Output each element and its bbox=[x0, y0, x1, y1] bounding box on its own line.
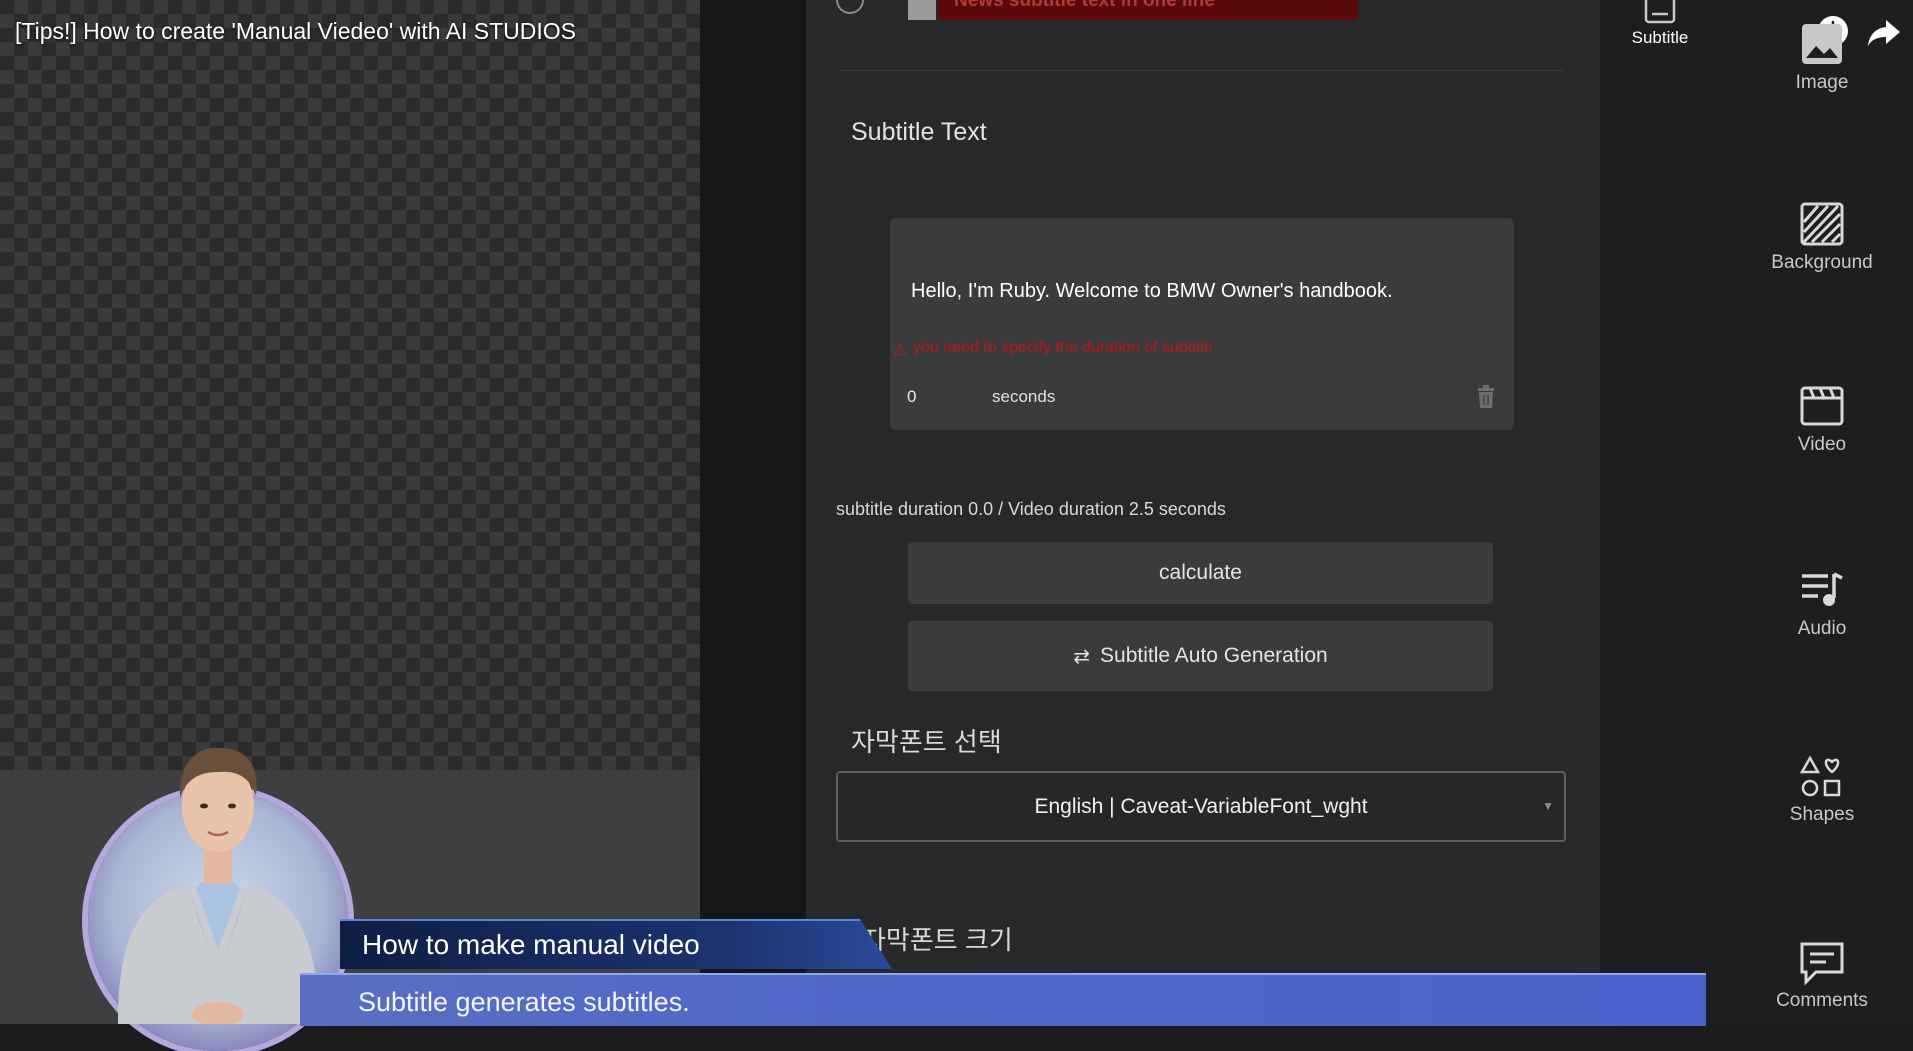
font-select-value: English | Caveat-VariableFont_wght bbox=[1034, 794, 1368, 818]
sidebar-label-background: Background bbox=[1771, 252, 1873, 273]
lower-third-caption: Subtitle generates subtitles. bbox=[358, 987, 690, 1017]
clapperboard-icon bbox=[1800, 386, 1844, 426]
subtitle-style-thumb bbox=[908, 0, 936, 20]
sidebar-label-shapes: Shapes bbox=[1789, 804, 1855, 825]
lower-third-title-banner: How to make manual video bbox=[340, 919, 892, 969]
chevron-down-icon: ▼ bbox=[1542, 799, 1554, 813]
subtitle-item-card[interactable] bbox=[890, 218, 1514, 430]
news-subtitle-style-label: News subtitle text in one line bbox=[954, 0, 1215, 11]
preview-canvas bbox=[0, 0, 700, 770]
comment-icon bbox=[1800, 942, 1844, 986]
sidebar-item-background[interactable]: Background bbox=[1762, 202, 1882, 274]
seconds-input[interactable]: 0 bbox=[907, 387, 916, 407]
subtitle-auto-generation-label: Subtitle Auto Generation bbox=[1100, 644, 1328, 667]
calculate-button[interactable]: calculate bbox=[908, 542, 1493, 604]
lower-third-caption-banner: Subtitle generates subtitles. bbox=[300, 973, 1706, 1026]
shapes-icon bbox=[1799, 755, 1841, 797]
trash-icon[interactable] bbox=[1476, 385, 1496, 409]
subtitle-item-text[interactable]: Hello, I'm Ruby. Welcome to BMW Owner's … bbox=[911, 280, 1393, 303]
video-title[interactable]: [Tips!] How to create 'Manual Viedeo' wi… bbox=[15, 18, 576, 45]
font-select-label: 자막폰트 선택 bbox=[851, 727, 1002, 757]
section-title: Subtitle Text bbox=[851, 118, 987, 146]
duration-warning: you need to specify the duration of subt… bbox=[913, 339, 1213, 356]
sidebar-label-subtitle: Subtitle bbox=[1631, 28, 1689, 47]
sidebar-item-video[interactable]: Video bbox=[1762, 384, 1882, 456]
sidebar-label-video: Video bbox=[1797, 434, 1847, 455]
news-subtitle-style[interactable]: News subtitle text in one line bbox=[938, 0, 1358, 20]
sidebar-item-comments[interactable]: Comments bbox=[1762, 940, 1882, 1012]
sidebar-label-image: Image bbox=[1795, 72, 1849, 93]
sidebar-item-subtitle[interactable]: Subtitle bbox=[1600, 0, 1720, 48]
sidebar-label-comments: Comments bbox=[1776, 990, 1868, 1011]
background-icon bbox=[1800, 202, 1844, 246]
image-icon bbox=[1802, 24, 1842, 64]
panel-gutter bbox=[700, 0, 806, 1024]
duration-info: subtitle duration 0.0 / Video duration 2… bbox=[836, 499, 1226, 519]
subtitle-icon bbox=[1644, 0, 1676, 24]
font-size-label: 자막폰트 크기 bbox=[862, 925, 1013, 955]
sidebar-item-image[interactable]: Image bbox=[1762, 22, 1882, 94]
sidebar-label-audio: Audio bbox=[1797, 618, 1847, 639]
subtitle-auto-generation-button[interactable]: ⇄ Subtitle Auto Generation bbox=[908, 621, 1493, 691]
swap-icon: ⇄ bbox=[1073, 645, 1091, 668]
lower-third-title: How to make manual video bbox=[362, 929, 700, 960]
section-divider bbox=[838, 70, 1564, 71]
sidebar-item-audio[interactable]: Audio bbox=[1762, 568, 1882, 640]
seconds-label: seconds bbox=[992, 387, 1056, 406]
warning-icon: ⚠ bbox=[893, 342, 908, 359]
music-list-icon bbox=[1802, 572, 1843, 606]
right-sidebar bbox=[1600, 0, 1913, 1024]
calculate-button-label: calculate bbox=[1159, 561, 1242, 584]
sidebar-item-shapes[interactable]: Shapes bbox=[1762, 754, 1882, 826]
font-select-dropdown[interactable]: English | Caveat-VariableFont_wght ▼ bbox=[836, 771, 1566, 842]
